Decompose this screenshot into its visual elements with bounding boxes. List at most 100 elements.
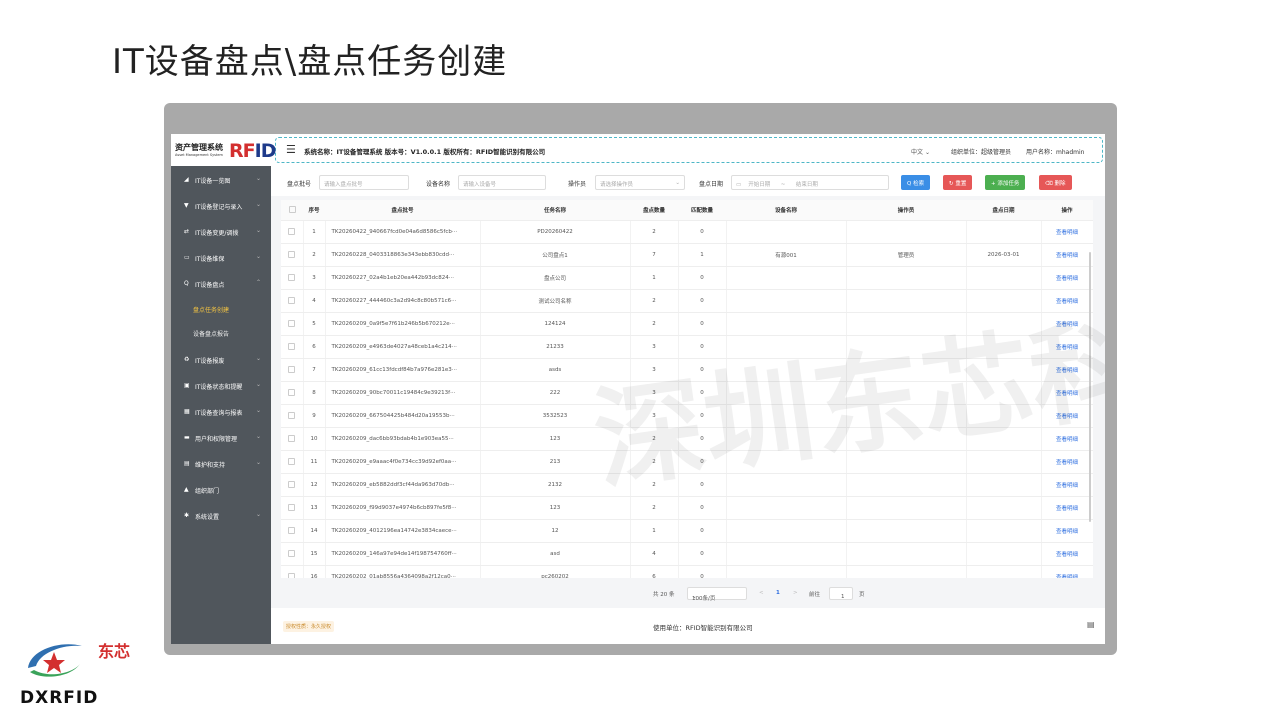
view-detail-link[interactable]: 查看明细 [1041,565,1093,578]
view-detail-link[interactable]: 查看明细 [1041,312,1093,336]
table-row[interactable]: 9 TK20260209_667504425b484d20a19553b··· 35… [281,404,1093,428]
view-detail-link[interactable]: 查看明细 [1041,220,1093,244]
row-checkbox[interactable] [281,381,304,405]
table-cell: 6 [303,335,326,359]
goto-input[interactable]: 1 [829,587,853,600]
row-checkbox[interactable] [281,565,304,578]
table-row[interactable]: 11 TK20260209_e9aaac4f0e734cc39d92ef0aa··… [281,450,1093,474]
view-detail-link[interactable]: 查看明细 [1041,266,1093,290]
row-checkbox[interactable] [281,404,304,428]
sidebar-item-transfer[interactable]: ⇄ IT设备变更/调拨 ⌄ [171,218,271,244]
add-task-button[interactable]: + 添加任务 [985,175,1026,190]
table-cell: 8 [303,381,326,405]
view-detail-link[interactable]: 查看明细 [1041,450,1093,474]
row-checkbox[interactable] [281,243,304,267]
table-row[interactable]: 12 TK20260209_eb5882ddf3cf44da963d70db···… [281,473,1093,497]
date-range-picker[interactable]: ▭ 开始日期 ~ 结束日期 [731,175,889,190]
table-cell: TK20260209_4012196ea14742e3834caece··· [325,519,481,543]
sidebar-item-settings[interactable]: ✱ 系统设置 ⌄ [171,502,271,528]
row-checkbox[interactable] [281,266,304,290]
view-detail-link[interactable]: 查看明细 [1041,358,1093,382]
row-checkbox[interactable] [281,496,304,520]
license-badge: 授权性质：永久授权 [283,621,335,632]
row-checkbox[interactable] [281,335,304,359]
message-icon[interactable]: ▤ [1087,620,1095,629]
table-cell: 15 [303,542,326,566]
sidebar-item-inventory[interactable]: Q IT设备盘点 ⌃ [171,270,271,296]
table-row[interactable]: 5 TK20260209_0a9f5e7f61b246b5b670212e··· 1… [281,312,1093,336]
table-cell [726,289,847,313]
table-cell [966,427,1042,451]
view-detail-link[interactable]: 查看明细 [1041,404,1093,428]
prev-page-button[interactable]: < [759,590,764,596]
view-detail-link[interactable]: 查看明细 [1041,381,1093,405]
view-detail-link[interactable]: 查看明细 [1041,243,1093,267]
page-size-select[interactable]: 100条/页 ⌄ [687,587,747,602]
hamburger-menu-icon[interactable]: ☰ [286,143,296,156]
sidebar-item-query[interactable]: ▦ IT设备查询与报表 ⌄ [171,398,271,424]
view-detail-link[interactable]: 查看明细 [1041,496,1093,520]
sidebar-item-users[interactable]: ▬ 用户和权限管理 ⌄ [171,424,271,450]
row-checkbox[interactable] [281,358,304,382]
row-checkbox[interactable] [281,220,304,244]
sidebar-item-maintenance[interactable]: ▭ IT设备维保 ⌄ [171,244,271,270]
row-checkbox[interactable] [281,312,304,336]
table-row[interactable]: 15 TK20260209_146a97e94de14f198754760ff··… [281,542,1093,566]
app-window: 资产管理系统 Asset Management System RFID ☰ 系统… [171,134,1105,644]
table-row[interactable]: 7 TK20260209_61cc13fdcdf84b7a976e281e3···… [281,358,1093,382]
table-cell: 12 [480,519,631,543]
table-row[interactable]: 1 TK20260422_940667fcd0e04a6d8586c5fcb···… [281,220,1093,244]
sidebar-subitem-report[interactable]: 设备盘点报告 [171,320,271,344]
checkbox-icon [288,342,296,350]
row-checkbox[interactable] [281,450,304,474]
filter-bar: 盘点批号 请输入盘点批号 设备名称 请输入设备号 操作员 请选择操作员 ⌄ 盘点日… [271,166,1105,196]
date-separator: ~ [780,182,786,188]
device-input[interactable]: 请输入设备号 [458,175,546,190]
view-detail-link[interactable]: 查看明细 [1041,473,1093,497]
next-page-button[interactable]: > [793,590,798,596]
delete-button[interactable]: ⌫ 删除 [1039,175,1072,190]
table-cell: 2 [630,473,679,497]
sidebar-subitem-task-create[interactable]: 盘点任务创建 [171,296,271,320]
view-detail-link[interactable]: 查看明细 [1041,519,1093,543]
table-row[interactable]: 13 TK20260209_f99d9037e4974b6cb897fe5f8··… [281,496,1093,520]
reset-button[interactable]: ↻ 重置 [943,175,973,190]
user-name[interactable]: 用户名称：mhadmin [1026,147,1084,156]
page-number-current[interactable]: 1 [776,590,780,596]
table-row[interactable]: 14 TK20260209_4012196ea14742e3834caece···… [281,519,1093,543]
sidebar-item-label: IT设备状态和提醒 [195,384,243,391]
view-detail-link[interactable]: 查看明细 [1041,427,1093,451]
sidebar-item-status[interactable]: ▣ IT设备状态和提醒 ⌄ [171,372,271,398]
sidebar-item-org[interactable]: ▲ 组织部门 [171,476,271,502]
table-row[interactable]: 8 TK20260209_90bc70011c19484c9e39213f··· 2… [281,381,1093,405]
row-checkbox[interactable] [281,542,304,566]
row-checkbox[interactable] [281,427,304,451]
batch-input[interactable]: 请输入盘点批号 [319,175,409,190]
table-row[interactable]: 16 TK20260202_01ab8556a4364098a2f12ca0···… [281,565,1093,578]
using-unit: 使用单位：RFID智能识别有限公司 [653,624,753,632]
table-row[interactable]: 4 TK20260227_444460c3a2d94c8c80b571c6··· 测… [281,289,1093,313]
table-row[interactable]: 3 TK20260227_02a4b1eb20ea442b93dc824··· 盘点… [281,266,1093,290]
search-button[interactable]: Q 检索 [901,175,931,190]
operator-select[interactable]: 请选择操作员 ⌄ [595,175,685,190]
view-detail-link[interactable]: 查看明细 [1041,335,1093,359]
chevron-down-icon: ⌄ [256,511,262,518]
view-detail-link[interactable]: 查看明细 [1041,289,1093,313]
sidebar-item-registration[interactable]: ▼ IT设备登记与录入 ⌄ [171,192,271,218]
sidebar-item-support[interactable]: ▤ 维护和支持 ⌄ [171,450,271,476]
sidebar-item-scrap[interactable]: ♻ IT设备报废 ⌄ [171,346,271,372]
row-checkbox[interactable] [281,289,304,313]
row-checkbox[interactable] [281,519,304,543]
table-row[interactable]: 6 TK20260209_e4963de4027a48ceb1a4c214··· 2… [281,335,1093,359]
select-all-checkbox[interactable] [281,200,303,221]
table-cell: 3 [303,266,326,290]
table-row[interactable]: 10 TK20260209_dac6bb93bdab4b1e903ea55··· 1… [281,427,1093,451]
sidebar-item-overview[interactable]: ◢ IT设备一览图 ⌄ [171,166,271,192]
view-detail-link[interactable]: 查看明细 [1041,542,1093,566]
table-row[interactable]: 2 TK20260228_0403318863e343ebb830cdd··· 公司… [281,243,1093,267]
table-scrollbar[interactable] [1089,252,1091,522]
sidebar-item-label: IT设备变更/调拨 [195,230,239,237]
row-checkbox[interactable] [281,473,304,497]
language-select[interactable]: 中文 ⌄ [911,147,930,156]
table-cell [966,335,1042,359]
